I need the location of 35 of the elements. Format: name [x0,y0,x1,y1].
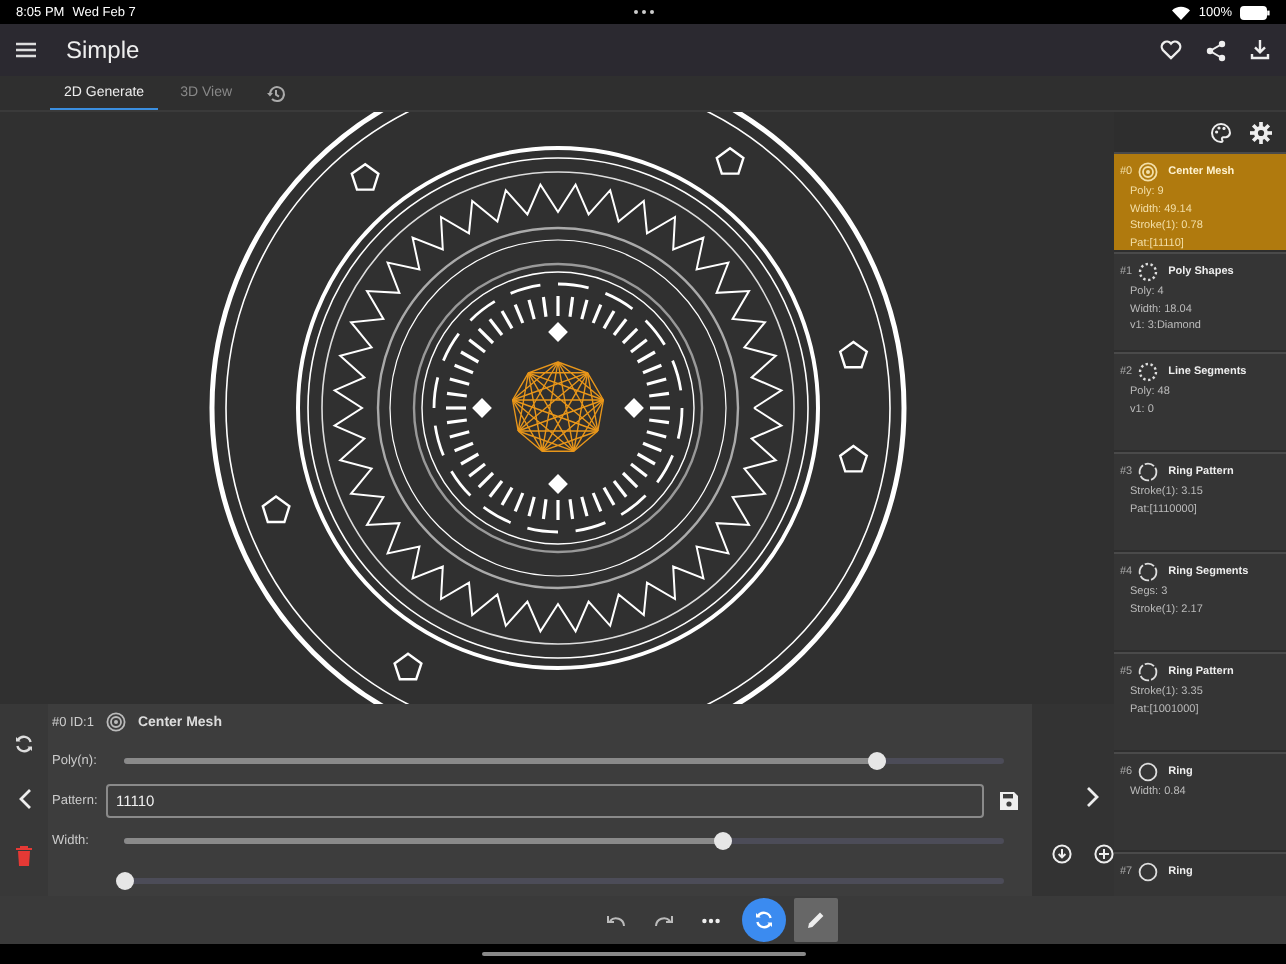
palette-icon[interactable] [1210,121,1232,143]
save-icon[interactable] [999,791,1017,809]
trash-icon[interactable] [16,846,32,867]
battery-icon [1240,5,1270,19]
dashed-ring-icon [1138,662,1159,682]
dotted-ring-icon [1138,362,1159,382]
slider[interactable] [124,837,1004,843]
edit-button[interactable] [793,898,837,942]
history-icon[interactable] [266,83,287,103]
refresh-icon [753,910,773,930]
dotted-ring-icon [1138,262,1159,282]
settings-icon[interactable] [1250,121,1272,143]
ring-icon [1138,762,1159,782]
next-icon[interactable] [1086,786,1100,808]
concentric-rings-icon [1138,162,1159,182]
download-circle-icon[interactable] [1052,844,1072,864]
slider[interactable] [124,757,1004,763]
download-icon[interactable] [1250,40,1270,60]
concentric-rings-icon [105,712,126,732]
share-icon[interactable] [1206,39,1226,61]
app-title: Simple [66,36,142,64]
redo-icon [653,913,673,927]
pencil-icon [805,910,825,930]
dashed-ring-icon [1138,462,1159,482]
dashed-ring-icon [1138,562,1159,582]
regenerate-button[interactable] [741,898,785,942]
refresh-icon[interactable] [14,733,34,754]
wifi-icon [1172,5,1191,19]
previous-icon[interactable] [17,788,31,811]
heart-icon[interactable] [1160,40,1182,60]
menu-icon[interactable] [16,42,36,58]
ring-icon [1138,862,1159,882]
undo-icon [605,913,625,927]
more-icon [702,917,720,923]
add-icon[interactable] [1094,844,1114,864]
